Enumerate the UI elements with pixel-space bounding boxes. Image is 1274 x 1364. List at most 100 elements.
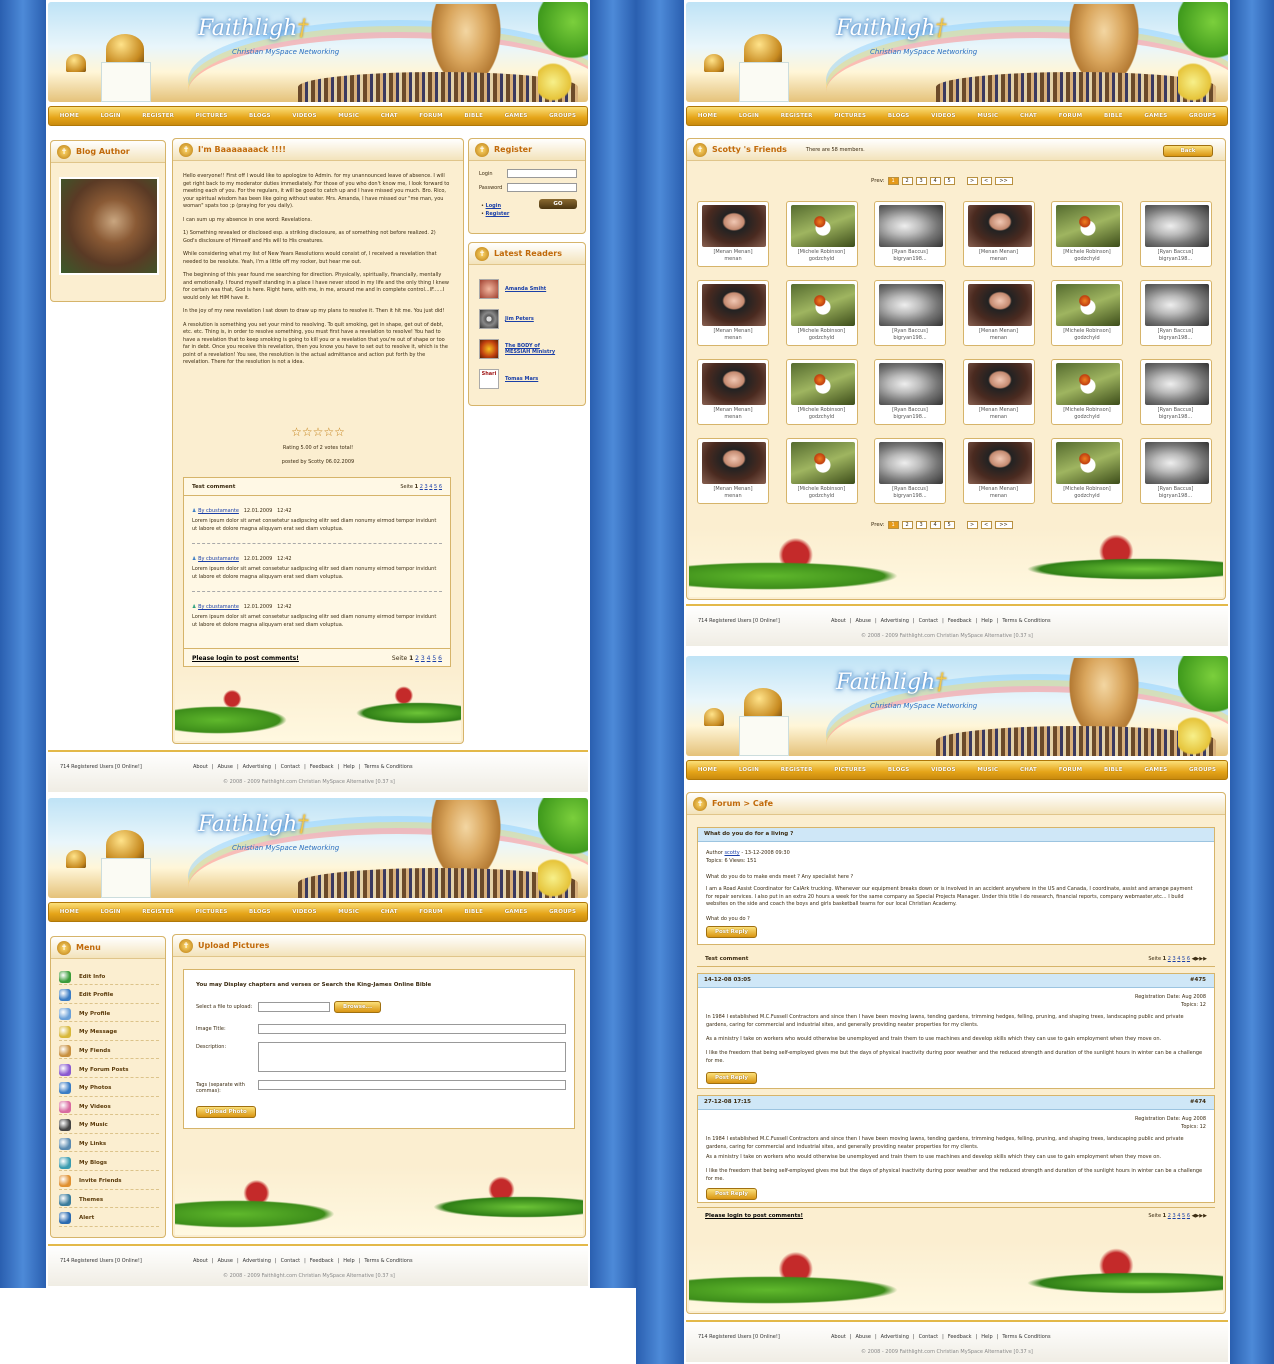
friend-photo[interactable]: [702, 284, 766, 326]
menu-item-photos[interactable]: My Photos: [59, 1081, 159, 1097]
friend-tile[interactable]: [Menan Menan] menan: [697, 438, 769, 504]
footer-contact[interactable]: Contact: [919, 618, 938, 624]
page-button[interactable]: 4: [929, 177, 941, 185]
friend-name[interactable]: [Ryan Baccus]: [1141, 249, 1211, 256]
friend-name[interactable]: [Menan Menan]: [964, 407, 1034, 414]
friend-photo[interactable]: [702, 205, 766, 247]
page-link[interactable]: 1: [409, 655, 413, 662]
site-logo[interactable]: Faithligh†: [198, 812, 308, 837]
page-link[interactable]: 5: [434, 484, 437, 490]
menu-item-profile[interactable]: My Profile: [59, 1006, 159, 1023]
file-input[interactable]: [258, 1002, 330, 1012]
friend-name[interactable]: [Ryan Baccus]: [875, 328, 945, 335]
friend-tile[interactable]: [Michele Robinson] godzchyld: [1051, 201, 1123, 267]
login-to-comment-link[interactable]: Please login to post comments!: [192, 655, 299, 662]
friend-username[interactable]: menan: [964, 493, 1034, 500]
friend-photo[interactable]: [1056, 284, 1120, 326]
footer-feedback[interactable]: Feedback: [948, 1334, 972, 1340]
friend-username[interactable]: bigryan198...: [875, 256, 945, 263]
nav-login[interactable]: LOGIN: [101, 113, 121, 119]
nav-forum[interactable]: FORUM: [419, 113, 443, 119]
friend-photo[interactable]: [1056, 442, 1120, 484]
nav-bible[interactable]: BIBLE: [464, 113, 483, 119]
friend-photo[interactable]: [1144, 442, 1209, 484]
menu-item-edit[interactable]: Edit Profile: [59, 988, 159, 1004]
page-button[interactable]: 3: [915, 177, 927, 185]
page-link[interactable]: 2: [1168, 1213, 1171, 1219]
friend-tile[interactable]: [Ryan Baccus] bigryan198...: [1139, 438, 1212, 504]
login-to-comment-link[interactable]: Please login to post comments!: [705, 1213, 803, 1219]
browse-button[interactable]: Browse...: [334, 1001, 382, 1013]
footer-abuse[interactable]: Abuse: [217, 1258, 232, 1264]
friend-username[interactable]: godzchyld: [787, 256, 857, 263]
menu-item-themes[interactable]: Themes: [59, 1192, 159, 1209]
friend-name[interactable]: [Ryan Baccus]: [875, 249, 945, 256]
footer-help[interactable]: Help: [981, 618, 992, 624]
friend-name[interactable]: [Ryan Baccus]: [1141, 328, 1211, 335]
page-link[interactable]: 5: [432, 655, 436, 662]
friend-photo[interactable]: [879, 205, 943, 247]
reply-number[interactable]: #474: [1190, 1099, 1206, 1105]
menu-item-videos[interactable]: My Videos: [59, 1099, 159, 1116]
footer-advertising[interactable]: Advertising: [243, 764, 271, 770]
page-link[interactable]: 3: [1172, 956, 1175, 962]
friend-name[interactable]: [Michele Robinson]: [1052, 407, 1122, 414]
friend-photo[interactable]: [879, 442, 943, 484]
nav-games[interactable]: GAMES: [505, 113, 528, 119]
last-button[interactable]: >>: [994, 177, 1013, 185]
nav-bible[interactable]: BIBLE: [1104, 113, 1123, 119]
nav-videos[interactable]: VIDEOS: [931, 113, 955, 119]
friend-name[interactable]: [Menan Menan]: [698, 328, 768, 335]
friend-tile[interactable]: [Ryan Baccus] bigryan198...: [874, 438, 946, 504]
nav-register[interactable]: REGISTER: [142, 113, 174, 119]
login-input[interactable]: [507, 169, 577, 178]
page-link[interactable]: 2: [420, 484, 423, 490]
friend-username[interactable]: bigryan198...: [875, 335, 945, 342]
upload-photo-button[interactable]: Upload Photo: [196, 1106, 256, 1118]
nav-videos[interactable]: VIDEOS: [931, 767, 955, 773]
friend-tile[interactable]: [Menan Menan] menan: [697, 280, 769, 346]
page-link[interactable]: 6: [1187, 956, 1190, 962]
friend-name[interactable]: [Michele Robinson]: [1052, 249, 1122, 256]
friend-tile[interactable]: [Menan Menan] menan: [962, 438, 1035, 504]
friend-username[interactable]: godzchyld: [787, 335, 857, 342]
footer-advertising[interactable]: Advertising: [243, 1258, 271, 1264]
page-link[interactable]: 5: [1182, 956, 1185, 962]
friend-tile[interactable]: [Ryan Baccus] bigryan198...: [874, 201, 946, 267]
menu-item-blogs[interactable]: My Blogs: [59, 1155, 159, 1171]
friend-username[interactable]: bigryan198...: [1141, 335, 1211, 342]
nav-games[interactable]: GAMES: [1144, 113, 1167, 119]
nav-login[interactable]: LOGIN: [739, 767, 759, 773]
page-link[interactable]: 1: [415, 484, 418, 490]
reply-number[interactable]: #475: [1190, 977, 1206, 983]
friend-tile[interactable]: [Michele Robinson] godzchyld: [1051, 280, 1123, 346]
footer-terms[interactable]: Terms & Conditions: [1002, 618, 1050, 624]
friend-username[interactable]: menan: [698, 256, 768, 263]
menu-item-friends[interactable]: My Fiends: [59, 1043, 159, 1060]
footer-abuse[interactable]: Abuse: [855, 618, 870, 624]
friend-photo[interactable]: [1144, 363, 1209, 405]
footer-terms[interactable]: Terms & Conditions: [364, 1258, 412, 1264]
comment-author[interactable]: By cbustamante: [198, 556, 239, 562]
friend-tile[interactable]: [Michele Robinson] godzchyld: [785, 280, 858, 346]
nav-blogs[interactable]: BLOGS: [888, 113, 910, 119]
page-link[interactable]: 2: [415, 655, 419, 662]
nav-pictures[interactable]: PICTURES: [834, 767, 866, 773]
nav-blogs[interactable]: BLOGS: [249, 909, 271, 915]
friend-photo[interactable]: [702, 442, 766, 484]
friend-name[interactable]: [Ryan Baccus]: [1141, 486, 1211, 493]
next-page-icon[interactable]: ◀▶▶▶: [1192, 1213, 1207, 1219]
footer-help[interactable]: Help: [343, 764, 354, 770]
reader-item[interactable]: The BODY of MESSIAH Ministry: [479, 339, 565, 359]
footer-about[interactable]: About: [831, 618, 846, 624]
friend-photo[interactable]: [702, 363, 766, 405]
nav-music[interactable]: MUSIC: [977, 767, 998, 773]
nav-videos[interactable]: VIDEOS: [292, 113, 316, 119]
footer-feedback[interactable]: Feedback: [948, 618, 972, 624]
reader-name[interactable]: Jim Peters: [505, 316, 534, 322]
page-link[interactable]: 3: [421, 655, 425, 662]
friend-name[interactable]: [Michele Robinson]: [787, 407, 857, 414]
nav-bible[interactable]: BIBLE: [464, 909, 483, 915]
friend-photo[interactable]: [967, 205, 1032, 247]
nav-forum[interactable]: FORUM: [1059, 113, 1083, 119]
